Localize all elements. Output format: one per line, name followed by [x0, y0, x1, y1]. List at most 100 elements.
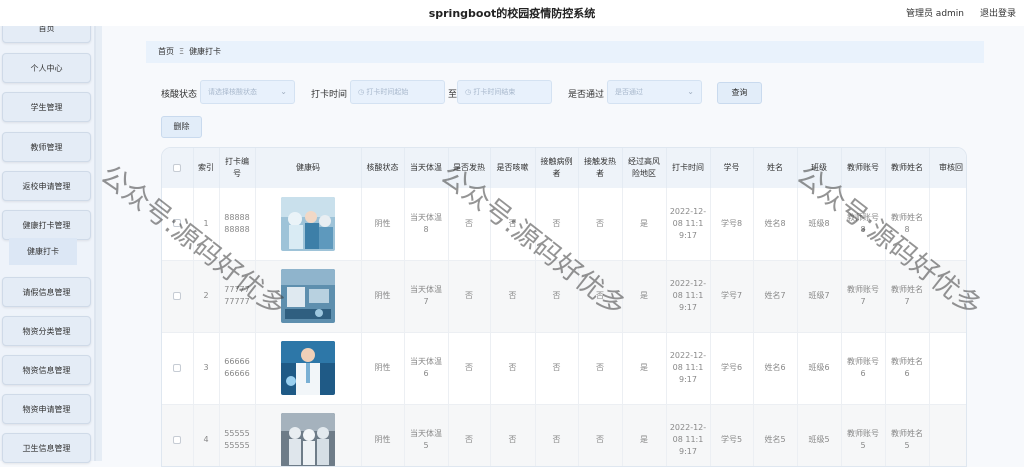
- table-cell: 否: [578, 332, 623, 405]
- table-cell: 否: [448, 404, 491, 466]
- sidebar-item-students[interactable]: 学生管理: [2, 92, 91, 122]
- sidebar-item-return-apply[interactable]: 返校申请管理: [2, 171, 91, 201]
- column-header: 经过高风险地区: [622, 148, 667, 188]
- table-cell: 教师账号8: [841, 188, 886, 261]
- column-header: 教师姓名: [885, 148, 930, 188]
- column-header: 是否发热: [448, 148, 491, 188]
- column-header: 审核回: [929, 148, 966, 188]
- column-header: 打卡编号: [219, 148, 256, 188]
- row-select[interactable]: [162, 260, 194, 333]
- sidebar-item-leave[interactable]: 请假信息管理: [2, 277, 91, 307]
- table-row[interactable]: 1 8888888888 阴性 当天体温8 否否否否是 2022-12-08 11:19:…: [162, 188, 966, 261]
- health-code-cell: [255, 188, 362, 261]
- pass-select[interactable]: 是否通过 ⌄: [607, 80, 702, 104]
- time-end-input[interactable]: ◷ 打卡时间结束: [457, 80, 552, 104]
- table-cell: [929, 188, 966, 261]
- table-cell: 2022-12-08 11:19:17: [666, 188, 711, 261]
- sidebar-item-teachers[interactable]: 教师管理: [2, 132, 91, 162]
- user-label: 管理员 admin: [905, 9, 964, 19]
- column-header: 学号: [710, 148, 754, 188]
- chevron-down-icon: ⌄: [280, 87, 287, 96]
- column-header: 教师账号: [841, 148, 886, 188]
- table-cell: 是: [622, 404, 667, 466]
- table-cell: 教师姓名5: [885, 404, 930, 466]
- table-cell: 教师姓名8: [885, 188, 930, 261]
- health-code-image: [281, 196, 335, 251]
- header-select-all[interactable]: [162, 148, 194, 188]
- table-cell: 3: [193, 332, 220, 405]
- nucleic-select[interactable]: 请选择核酸状态 ⌄: [200, 80, 295, 104]
- chevron-down-icon: ⌄: [687, 87, 694, 96]
- checkbox[interactable]: [173, 291, 182, 300]
- table-cell: 6666666666: [219, 332, 256, 405]
- column-header: 接触病例者: [535, 148, 579, 188]
- pass-placeholder: 是否通过: [615, 88, 643, 96]
- table-cell: 否: [448, 260, 491, 333]
- table-cell: 是: [622, 188, 667, 261]
- checkbox[interactable]: [173, 435, 182, 444]
- table-cell: 否: [578, 404, 623, 466]
- sidebar-item-supply-info[interactable]: 物资信息管理: [2, 355, 91, 385]
- breadcrumb-separator-icon: Ξ: [179, 47, 185, 56]
- row-select[interactable]: [162, 404, 194, 466]
- table-cell: 否: [535, 332, 579, 405]
- table-cell: 否: [535, 404, 579, 466]
- nucleic-placeholder: 请选择核酸状态: [208, 88, 257, 96]
- sidebar-subitem-health-checkin[interactable]: 健康打卡: [9, 238, 77, 265]
- table-row[interactable]: 4 5555555555 阴性 当天体温5 否否否否是 2022-12-08 11:19:…: [162, 404, 966, 466]
- table-cell: 否: [448, 188, 491, 261]
- table-cell: 当天体温7: [404, 260, 449, 333]
- pass-label: 是否通过: [568, 90, 605, 100]
- sidebar-item-hygiene[interactable]: 卫生信息管理: [2, 433, 91, 463]
- sidebar-item-profile[interactable]: 个人中心: [2, 53, 91, 83]
- table-cell: 否: [490, 188, 536, 261]
- checkbox[interactable]: [173, 363, 182, 372]
- table-cell: 否: [490, 332, 536, 405]
- table-cell: 姓名6: [753, 332, 798, 405]
- table-cell: 5555555555: [219, 404, 256, 466]
- health-code-cell: [255, 404, 362, 466]
- sidebar-item-health-checkin[interactable]: 健康打卡管理: [2, 210, 91, 240]
- logout-link[interactable]: 退出登录: [980, 6, 1016, 19]
- row-select[interactable]: [162, 188, 194, 261]
- table-row[interactable]: 3 6666666666 阴性 当天体温6 否否否否是 2022-12-08 11:19:…: [162, 332, 966, 405]
- breadcrumb-home[interactable]: 首页: [158, 47, 174, 56]
- table-cell: 是: [622, 260, 667, 333]
- table-cell: 否: [490, 404, 536, 466]
- table-cell: 否: [448, 332, 491, 405]
- sidebar-item-supply-apply[interactable]: 物资申请管理: [2, 394, 91, 424]
- table-cell: 教师姓名6: [885, 332, 930, 405]
- table-cell: 教师账号7: [841, 260, 886, 333]
- table-cell: 否: [535, 188, 579, 261]
- table-cell: 学号8: [710, 188, 754, 261]
- time-start-input[interactable]: ◷ 打卡时间起始: [350, 80, 445, 104]
- table-cell: 学号7: [710, 260, 754, 333]
- checkbox[interactable]: [173, 219, 182, 228]
- time-to-label: 至: [448, 90, 458, 100]
- table-cell: 阴性: [361, 260, 405, 333]
- table-cell: 2022-12-08 11:19:17: [666, 260, 711, 333]
- table-cell: 教师账号6: [841, 332, 886, 405]
- table-cell: 班级5: [797, 404, 842, 466]
- table-cell: 7777777777: [219, 260, 256, 333]
- health-code-image: [281, 413, 335, 466]
- sidebar-item-supply-category[interactable]: 物资分类管理: [2, 316, 91, 346]
- row-select[interactable]: [162, 332, 194, 405]
- time-end-placeholder: 打卡时间结束: [473, 88, 516, 96]
- table-cell: 8888888888: [219, 188, 256, 261]
- table-row[interactable]: 2 7777777777 阴性 当天体温7 否否否否是 2022-12-08 11:19:…: [162, 260, 966, 333]
- table-cell: 教师账号5: [841, 404, 886, 466]
- table-header-row: 索引 打卡编号 健康码 核酸状态 当天体温 是否发热 是否咳嗽 接触病例者 接触…: [162, 148, 966, 188]
- column-header: 是否咳嗽: [490, 148, 536, 188]
- table-cell: 姓名8: [753, 188, 798, 261]
- table-cell: 否: [578, 188, 623, 261]
- breadcrumb-current: 健康打卡: [189, 47, 222, 56]
- column-header: 当天体温: [404, 148, 449, 188]
- query-button[interactable]: 查询: [717, 82, 762, 104]
- breadcrumb: 首页 Ξ 健康打卡: [146, 41, 984, 63]
- delete-button[interactable]: 删除: [161, 116, 202, 138]
- table-cell: [929, 260, 966, 333]
- column-header: 打卡时间: [666, 148, 711, 188]
- checkbox[interactable]: [173, 163, 182, 172]
- table-cell: 阴性: [361, 188, 405, 261]
